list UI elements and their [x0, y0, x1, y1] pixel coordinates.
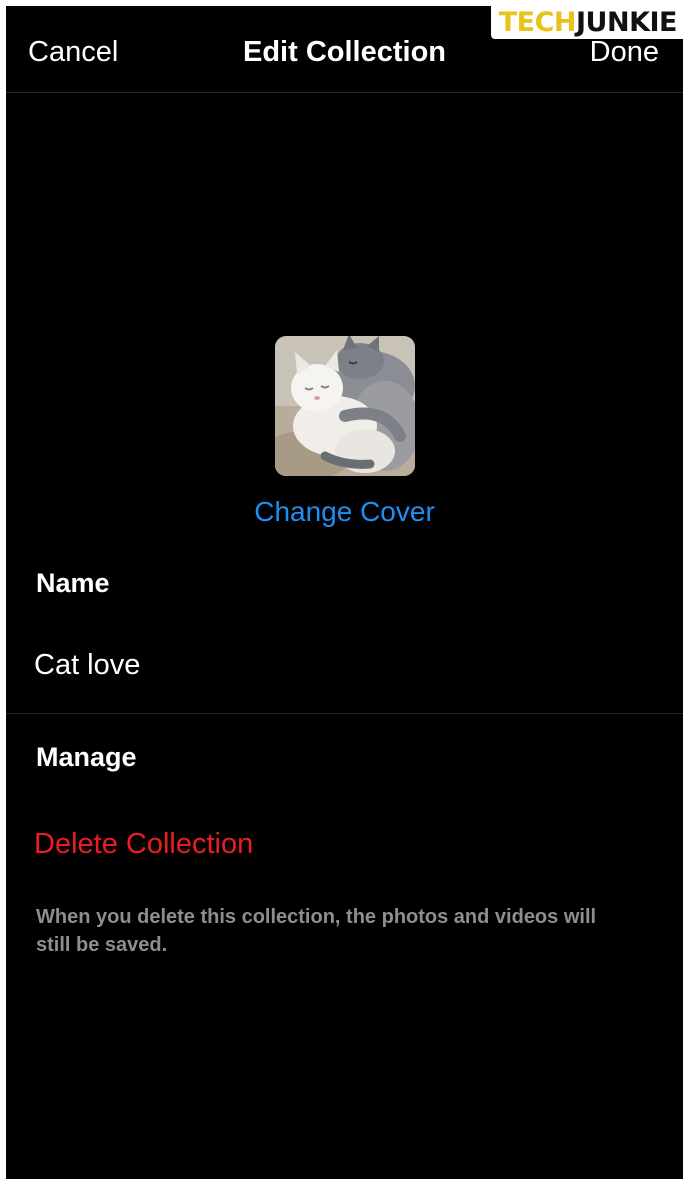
page-title: Edit Collection: [243, 36, 446, 68]
collection-name-input[interactable]: Cat love: [34, 646, 654, 684]
collection-cover-image[interactable]: [275, 336, 415, 476]
nav-bar: Cancel Edit Collection Done TECHJUNKIE: [6, 6, 683, 93]
watermark-part-tech: TECH: [498, 7, 577, 38]
delete-collection-button[interactable]: Delete Collection: [34, 825, 253, 863]
manage-heading: Manage: [36, 742, 137, 772]
name-heading: Name: [36, 568, 110, 598]
cat-photo-illustration: [275, 336, 415, 476]
delete-info-text: When you delete this collection, the pho…: [36, 906, 597, 956]
app-screen: Cancel Edit Collection Done TECHJUNKIE C…: [6, 6, 683, 1179]
watermark-part-junkie: JUNKIE: [576, 7, 677, 38]
change-cover-button[interactable]: Change Cover: [6, 494, 683, 530]
techjunkie-watermark: TECHJUNKIE: [490, 6, 683, 39]
section-divider: [6, 713, 683, 714]
done-button[interactable]: Done: [590, 34, 659, 70]
